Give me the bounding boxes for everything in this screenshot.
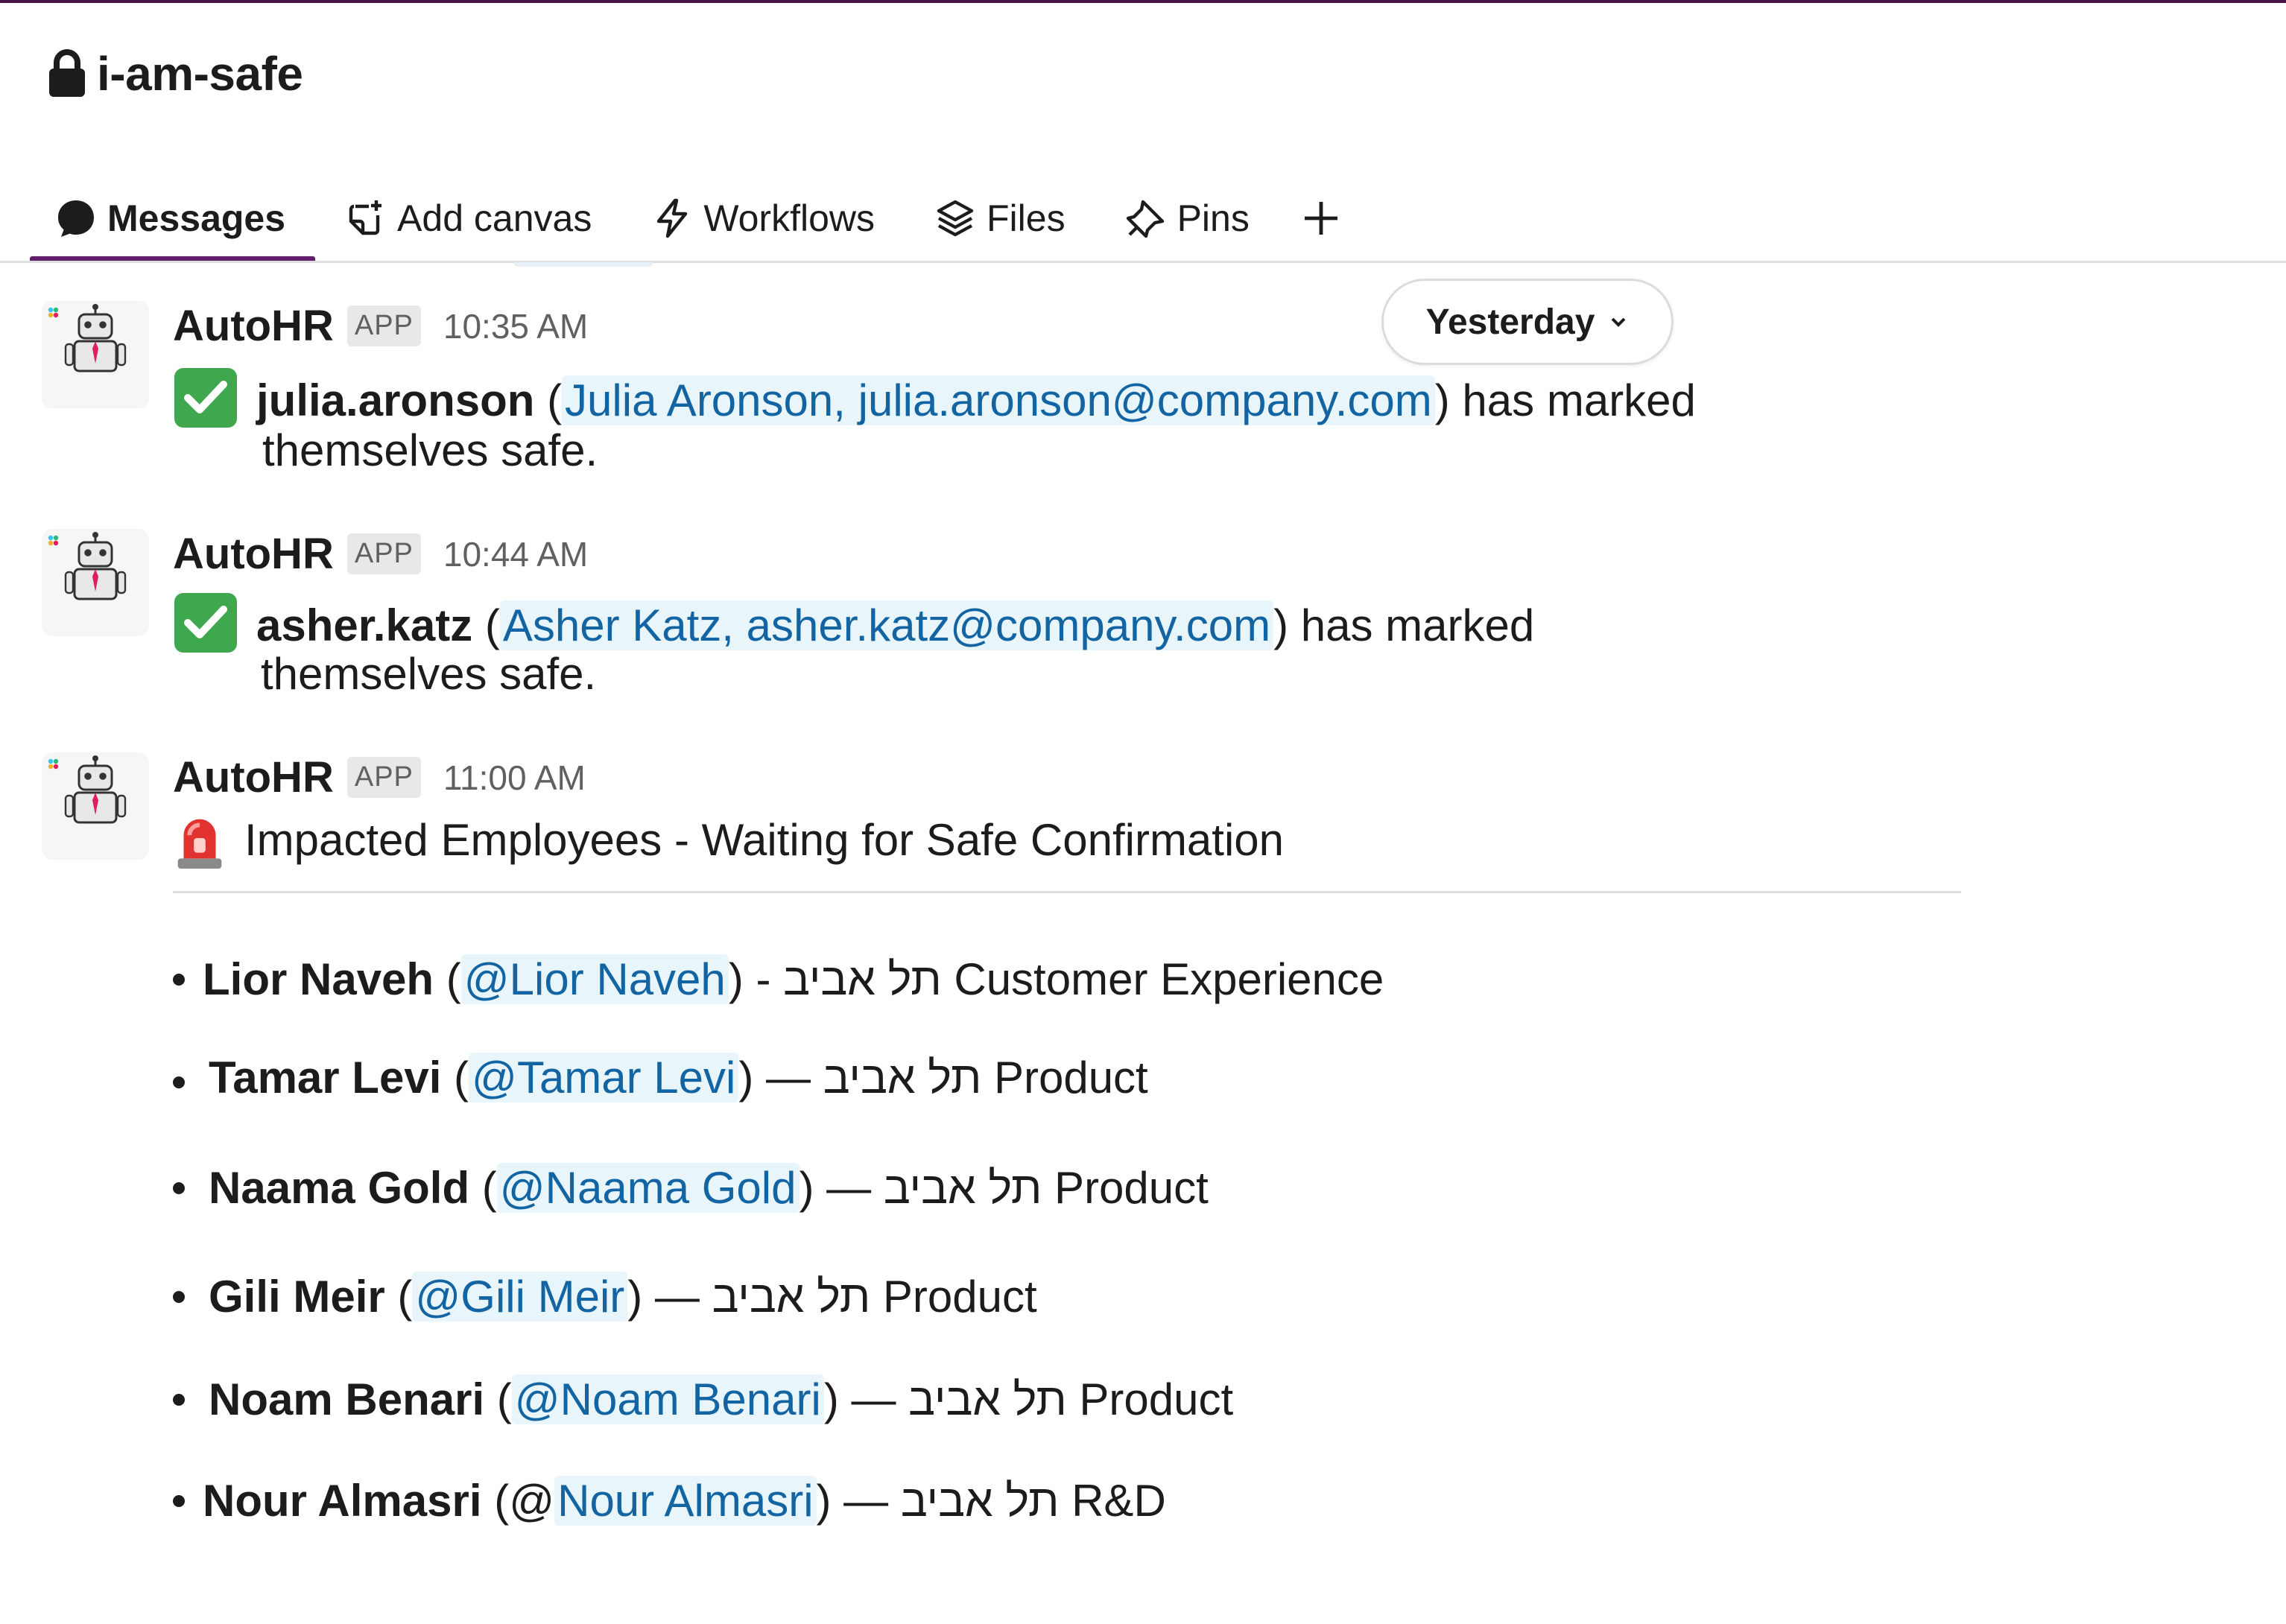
timestamp[interactable]: 10:35 AM [443, 306, 588, 346]
paren: ( [547, 375, 563, 425]
date-label: Yesterday [1425, 302, 1595, 342]
avatar[interactable] [42, 301, 149, 408]
employee-name: Nour Almasri [203, 1476, 482, 1526]
employee-name: Noam Benari [209, 1374, 485, 1424]
previous-message-fragment [514, 262, 653, 267]
message-text-continued: themselves safe. [261, 649, 597, 699]
list-item: Lior Naveh (@Lior Naveh) - תל אביב Custo… [173, 954, 1384, 1005]
sender-name[interactable]: AutoHR [173, 529, 334, 579]
timestamp[interactable]: 10:44 AM [443, 534, 588, 574]
tab-label: Workflows [703, 197, 875, 239]
check-mark-button-icon [174, 593, 237, 653]
tab-label: Messages [107, 197, 286, 239]
message-text: ) has marked [1273, 600, 1535, 650]
employee-name: Lior Naveh [203, 954, 434, 1004]
employee-details: ) — תל אביב Product [823, 1374, 1234, 1424]
list-item: Nour Almasri (@Nour Almasri) — תל אביב R… [173, 1475, 1166, 1526]
employee-details: ) — תל אביב Product [799, 1163, 1209, 1213]
app-badge: APP [346, 533, 421, 574]
alert-title-text: Impacted Employees - Waiting for Safe Co… [244, 814, 1285, 865]
pin-icon [1126, 200, 1164, 238]
robot-avatar-icon [42, 301, 149, 408]
lightning-icon [657, 198, 688, 238]
bullet [173, 1291, 185, 1303]
list-item: Noam Benari (@Noam Benari) — תל אביב Pro… [173, 1374, 1233, 1425]
plus-icon [1304, 202, 1337, 235]
user-mention-link[interactable]: @Noam Benari [511, 1374, 824, 1424]
channel-header[interactable]: i-am-safe [48, 46, 303, 101]
tab-pins[interactable]: Pins [1095, 176, 1279, 261]
user-mention-link[interactable]: @Naama Gold [496, 1163, 800, 1213]
bullet [173, 974, 185, 986]
mention-at-symbol: @ [509, 1476, 555, 1526]
app-badge: APP [346, 305, 421, 346]
employee-details: ) - תל אביב Customer Experience [728, 954, 1384, 1004]
message-header: AutoHR APP 10:44 AM [173, 529, 588, 579]
user-mention-link[interactable]: @Lior Naveh [460, 954, 729, 1004]
list-item: Gili Meir (@Gili Meir) — תל אביב Product [173, 1271, 1037, 1322]
bullet [173, 1495, 185, 1507]
tab-messages[interactable]: Messages [30, 176, 316, 261]
username: julia.aronson [256, 375, 535, 425]
police-light-icon [177, 819, 222, 869]
employee-name: Naama Gold [209, 1163, 470, 1213]
list-item: Naama Gold (@Naama Gold) — תל אביב Produ… [173, 1162, 1209, 1214]
tab-label: Add canvas [397, 197, 592, 239]
alert-heading: Impacted Employees - Waiting for Safe Co… [173, 809, 1284, 870]
message-body: asher.katz (Asher Katz, asher.katz@compa… [173, 591, 1534, 655]
employee-details: ) — תל אביב R&D [816, 1476, 1166, 1526]
username: asher.katz [256, 600, 473, 650]
user-mention-link[interactable]: Nour Almasri [554, 1476, 817, 1526]
timestamp[interactable]: 11:00 AM [443, 758, 586, 798]
avatar[interactable] [42, 752, 149, 860]
chat-bubble-icon [58, 200, 94, 237]
bullet [173, 1394, 185, 1406]
user-mention-link[interactable]: @Gili Meir [412, 1272, 628, 1322]
message-text-continued: themselves safe. [262, 425, 598, 475]
add-tab-button[interactable] [1279, 176, 1363, 261]
tab-label: Pins [1177, 197, 1250, 239]
avatar[interactable] [42, 529, 149, 636]
message-text: ) has marked [1434, 375, 1696, 425]
sender-name[interactable]: AutoHR [173, 752, 334, 802]
app-badge: APP [346, 757, 421, 798]
section-divider [173, 891, 1961, 893]
employee-name: Gili Meir [209, 1272, 385, 1322]
canvas-icon [349, 200, 382, 235]
paren: ( [484, 600, 500, 650]
lock-icon [49, 49, 85, 97]
channel-tabs: Messages Add canvas Workflows Files Pins [30, 176, 1363, 261]
chevron-down-icon [1611, 317, 1626, 327]
check-mark-button-icon [174, 368, 237, 428]
list-item: Tamar Levi (@Tamar Levi) — תל אביב Produ… [173, 1052, 1148, 1103]
tab-label: Files [987, 197, 1066, 239]
user-mention-link[interactable]: Julia Aronson, julia.aronson@company.com [562, 375, 1435, 425]
message-header: AutoHR APP 11:00 AM [173, 752, 586, 802]
window-top-border [0, 0, 2286, 3]
user-mention-link[interactable]: @Tamar Levi [469, 1053, 739, 1103]
employee-details: ) — תל אביב Product [738, 1053, 1148, 1103]
tab-files[interactable]: Files [905, 176, 1095, 261]
date-divider-button[interactable]: Yesterday [1381, 279, 1674, 365]
employee-details: ) — תל אביב Product [627, 1272, 1037, 1322]
message-header: AutoHR APP 10:35 AM [173, 301, 588, 351]
robot-avatar-icon [42, 529, 149, 636]
tabs-divider [0, 261, 2286, 263]
sender-name[interactable]: AutoHR [173, 301, 334, 351]
employee-name: Tamar Levi [209, 1053, 442, 1103]
tab-workflows[interactable]: Workflows [621, 176, 905, 261]
bullet [173, 1076, 185, 1088]
layers-icon [937, 200, 974, 237]
message-body: julia.aronson (Julia Aronson, julia.aron… [173, 367, 1696, 430]
robot-avatar-icon [42, 752, 149, 860]
user-mention-link[interactable]: Asher Katz, asher.katz@company.com [499, 600, 1274, 650]
tab-add-canvas[interactable]: Add canvas [315, 176, 621, 261]
channel-name: i-am-safe [97, 47, 303, 101]
bullet [173, 1182, 185, 1194]
